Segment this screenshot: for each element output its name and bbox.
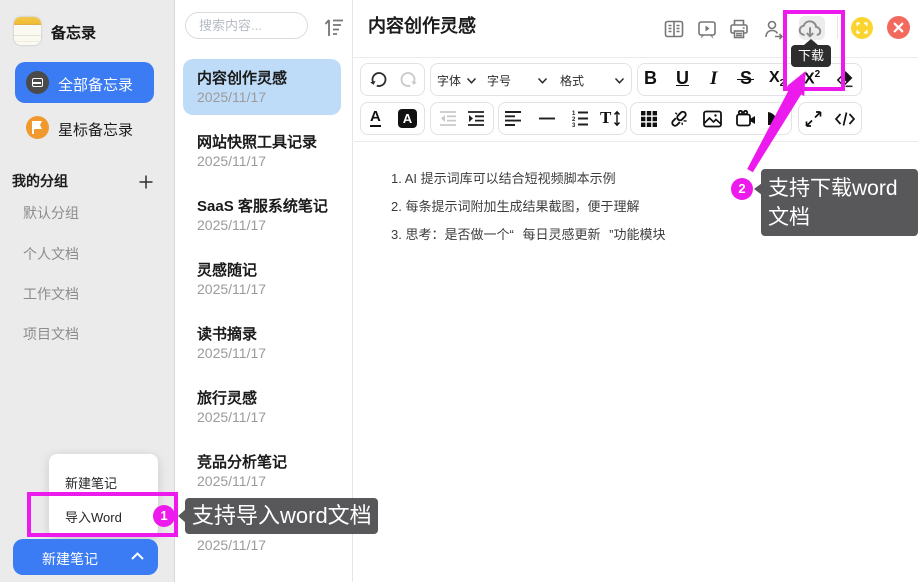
svg-text:3: 3 xyxy=(572,123,576,127)
